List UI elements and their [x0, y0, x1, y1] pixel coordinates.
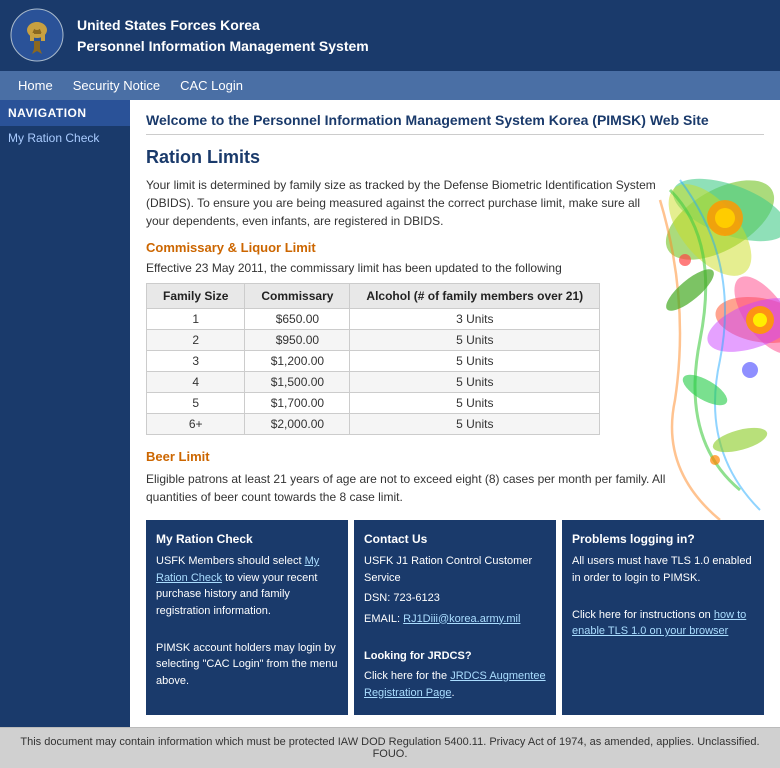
table-cell: 5 Units: [350, 330, 600, 351]
info-box-login-title: Problems logging in?: [572, 530, 754, 548]
table-cell: $1,500.00: [245, 372, 350, 393]
content-inner: Welcome to the Personnel Information Man…: [146, 112, 764, 715]
table-cell: $2,000.00: [245, 414, 350, 435]
footer: This document may contain information wh…: [0, 727, 780, 768]
table-cell: $650.00: [245, 309, 350, 330]
info-box-login-problems: Problems logging in? All users must have…: [562, 520, 764, 715]
table-cell: 5 Units: [350, 372, 600, 393]
table-row: 6+$2,000.005 Units: [147, 414, 600, 435]
login-line2: Click here for instructions on how to en…: [572, 607, 754, 640]
header: United States Forces Korea Personnel Inf…: [0, 0, 780, 71]
table-row: 4$1,500.005 Units: [147, 372, 600, 393]
section-title: Ration Limits: [146, 147, 764, 168]
info-box-ration-check: My Ration Check USFK Members should sele…: [146, 520, 348, 715]
contact-email-link[interactable]: RJ1Diii@korea.army.mil: [403, 613, 520, 625]
contact-line2: DSN: 723-6123: [364, 590, 546, 607]
table-row: 2$950.005 Units: [147, 330, 600, 351]
table-cell: 5 Units: [350, 393, 600, 414]
table-cell: 6+: [147, 414, 245, 435]
page-title: Welcome to the Personnel Information Man…: [146, 112, 764, 135]
table-cell: 4: [147, 372, 245, 393]
table-cell: 3: [147, 351, 245, 372]
info-box-contact-title: Contact Us: [364, 530, 546, 548]
table-row: 1$650.003 Units: [147, 309, 600, 330]
col-header-alcohol: Alcohol (# of family members over 21): [350, 284, 600, 309]
tls-link[interactable]: how to enable TLS 1.0 on your browser: [572, 609, 746, 638]
intro-text: Your limit is determined by family size …: [146, 176, 666, 230]
jrdcs-title: Looking for JRDCS?: [364, 648, 546, 665]
col-header-commissary: Commissary: [245, 284, 350, 309]
beer-text: Eligible patrons at least 21 years of ag…: [146, 470, 666, 506]
commissary-title: Commissary & Liquor Limit: [146, 240, 764, 255]
nav-security-notice[interactable]: Security Notice: [63, 75, 170, 96]
jrdcs-link[interactable]: JRDCS Augmentee Registration Page: [364, 670, 546, 699]
commissary-text: Effective 23 May 2011, the commissary li…: [146, 261, 666, 275]
nav-cac-login[interactable]: CAC Login: [170, 75, 253, 96]
sidebar-item-my-ration-check[interactable]: My Ration Check: [0, 126, 130, 150]
login-line1: All users must have TLS 1.0 enabled in o…: [572, 553, 754, 586]
table-cell: 5 Units: [350, 351, 600, 372]
table-cell: $1,700.00: [245, 393, 350, 414]
contact-line3: EMAIL: RJ1Diii@korea.army.mil: [364, 611, 546, 628]
table-cell: $1,200.00: [245, 351, 350, 372]
table-cell: 5 Units: [350, 414, 600, 435]
contact-line1: USFK J1 Ration Control Customer Service: [364, 553, 546, 586]
table-cell: $950.00: [245, 330, 350, 351]
info-boxes: My Ration Check USFK Members should sele…: [146, 520, 764, 715]
nav-home[interactable]: Home: [8, 75, 63, 96]
table-cell: 3 Units: [350, 309, 600, 330]
my-ration-check-link[interactable]: My Ration Check: [156, 555, 319, 584]
ration-table: Family Size Commissary Alcohol (# of fam…: [146, 283, 600, 435]
navbar: Home Security Notice CAC Login: [0, 71, 780, 100]
col-header-family: Family Size: [147, 284, 245, 309]
table-row: 5$1,700.005 Units: [147, 393, 600, 414]
sidebar: NAVIGATION My Ration Check: [0, 100, 130, 727]
info-box-ration-title: My Ration Check: [156, 530, 338, 548]
beer-title: Beer Limit: [146, 449, 764, 464]
jrdcs-text: Click here for the JRDCS Augmentee Regis…: [364, 668, 546, 701]
header-logo: [10, 8, 65, 63]
table-cell: 2: [147, 330, 245, 351]
info-box-ration-text1: USFK Members should select My Ration Che…: [156, 553, 338, 619]
info-box-contact: Contact Us USFK J1 Ration Control Custom…: [354, 520, 556, 715]
table-cell: 5: [147, 393, 245, 414]
info-box-ration-text2: PIMSK account holders may login by selec…: [156, 640, 338, 690]
sidebar-nav-title: NAVIGATION: [0, 100, 130, 126]
main-layout: NAVIGATION My Ration Check: [0, 100, 780, 727]
table-cell: 1: [147, 309, 245, 330]
table-row: 3$1,200.005 Units: [147, 351, 600, 372]
header-title: United States Forces Korea Personnel Inf…: [77, 15, 369, 57]
main-content: Welcome to the Personnel Information Man…: [130, 100, 780, 727]
